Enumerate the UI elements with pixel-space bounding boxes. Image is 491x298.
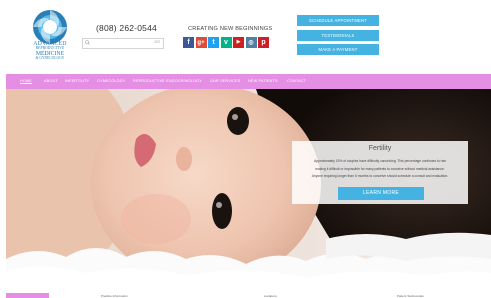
learn-more-button[interactable]: LEARN MORE [338, 187, 424, 200]
make-payment-button[interactable]: MAKE A PAYMENT [297, 44, 379, 55]
fertility-line-3: Anyone requiring longer than 6 months to… [311, 174, 449, 178]
nav-contact[interactable]: CONTACT [287, 74, 306, 89]
nav-gynecology[interactable]: GYNECOLOGY [97, 74, 126, 89]
google-plus-icon[interactable]: g+ [195, 37, 207, 48]
fertility-title: Fertility [368, 145, 392, 152]
footer-testimonials[interactable]: Patient Testimonials [397, 294, 424, 298]
logo-line-4: & GYNECOLOGY [35, 55, 65, 60]
search-go-button[interactable]: GO [154, 40, 160, 44]
twitter-icon[interactable]: t [208, 37, 219, 48]
footer-practice-info[interactable]: Practice Information [101, 294, 128, 298]
phone-number[interactable]: (808) 262-0544 [96, 23, 157, 33]
schedule-appointment-button[interactable]: SCHEDULE APPOINTMENT [297, 15, 379, 26]
vine-icon[interactable]: v [220, 37, 232, 48]
nav-our-services[interactable]: OUR SERVICES [210, 74, 240, 89]
search-icon [85, 40, 90, 45]
search-box[interactable]: GO [82, 38, 164, 49]
youtube-icon[interactable]: ▶ [233, 37, 244, 48]
logo-text: ADVANCED REPRODUCTIVE MEDICINE & GYNECOL… [20, 41, 80, 61]
fertility-description: Approximately 15% of couples have diffic… [300, 158, 460, 181]
nav-reproductive-endocrinology[interactable]: REPRODUCTIVE ENDOCRINOLOGY [133, 74, 202, 89]
fertility-line-2: making it difficult or impossible for ma… [315, 166, 445, 171]
main-nav: HOME ABOUT INFERTILITY GYNECOLOGY REPROD… [6, 74, 491, 89]
pinterest-icon[interactable]: p [258, 37, 269, 48]
instagram-icon[interactable]: ◎ [245, 37, 257, 48]
facebook-icon[interactable]: f [183, 37, 194, 48]
nav-new-patients[interactable]: NEW PATIENTS [248, 74, 278, 89]
tagline: CREATING NEW BEGINNINGS [188, 26, 273, 32]
bottom-tab[interactable] [6, 293, 49, 298]
fertility-callout: Fertility Approximately 15% of couples h… [292, 141, 468, 204]
social-icons: f g+ t v ▶ ◎ p [183, 37, 269, 48]
nav-infertility[interactable]: INFERTILITY [65, 74, 89, 89]
nav-home[interactable]: HOME [20, 74, 32, 89]
footer-locations[interactable]: Locations [264, 294, 277, 298]
fertility-line-1: Approximately 15% of couples have diffic… [313, 159, 446, 163]
testimonials-button[interactable]: TESTIMONIALS [297, 30, 379, 41]
nav-about[interactable]: ABOUT [44, 74, 58, 89]
